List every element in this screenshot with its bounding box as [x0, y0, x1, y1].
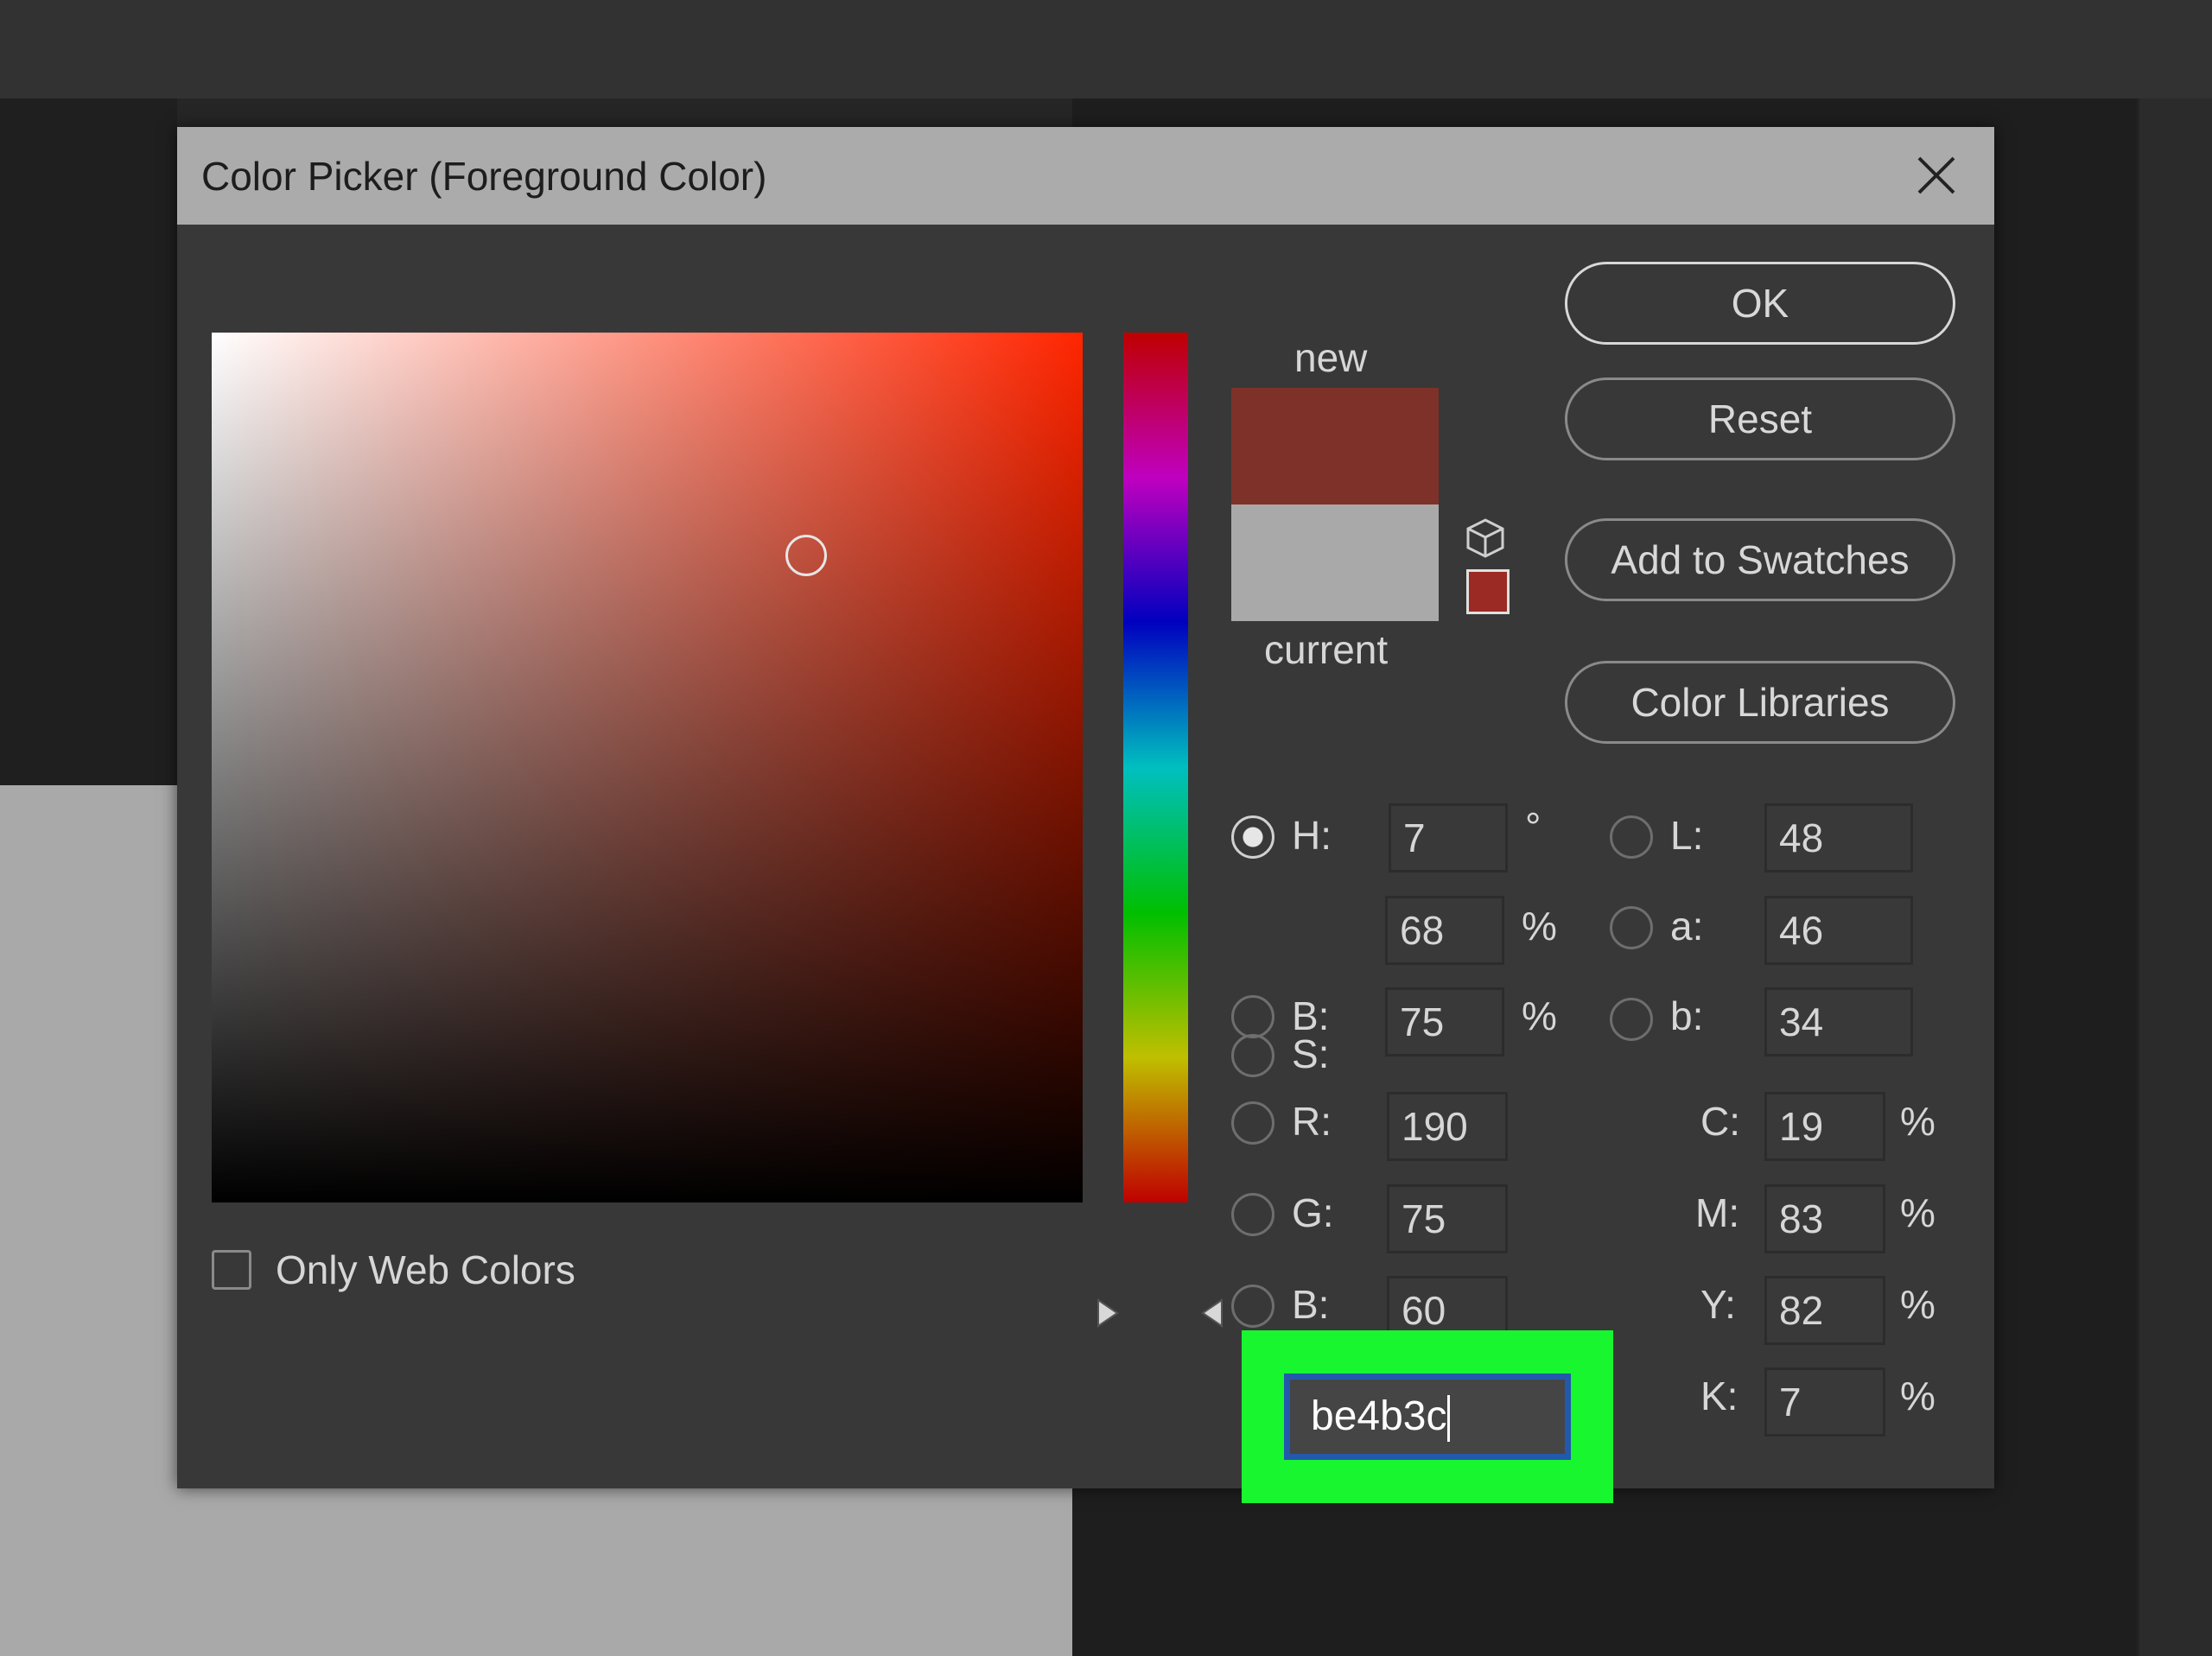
- dialog-title: Color Picker (Foreground Color): [201, 154, 767, 199]
- lab-b-input[interactable]: 34: [1764, 987, 1913, 1056]
- hue-unit: °: [1525, 804, 1541, 849]
- brightness-input[interactable]: 75: [1385, 987, 1504, 1056]
- reset-button[interactable]: Reset: [1565, 378, 1955, 460]
- brightness-label: B:: [1292, 993, 1330, 1038]
- hue-label: H:: [1292, 813, 1332, 858]
- red-radio[interactable]: [1231, 1101, 1274, 1145]
- blue-label: B:: [1292, 1282, 1330, 1327]
- green-radio[interactable]: [1231, 1193, 1274, 1236]
- saturation-brightness-field[interactable]: [212, 333, 1083, 1202]
- only-web-colors-label: Only Web Colors: [276, 1247, 575, 1292]
- green-input[interactable]: 75: [1387, 1184, 1508, 1253]
- cyan-input[interactable]: 19: [1764, 1092, 1885, 1161]
- lab-b-label: b:: [1670, 993, 1704, 1038]
- lab-a-radio[interactable]: [1610, 906, 1653, 949]
- black-unit: %: [1900, 1374, 1936, 1418]
- yellow-label: Y:: [1700, 1282, 1736, 1327]
- close-icon[interactable]: [1912, 151, 1961, 200]
- brightness-radio[interactable]: [1231, 995, 1274, 1038]
- yellow-input[interactable]: 82: [1764, 1276, 1885, 1345]
- green-label: G:: [1292, 1190, 1334, 1235]
- hex-value: be4b3c: [1311, 1393, 1447, 1439]
- color-field-marker[interactable]: [785, 535, 827, 576]
- dialog-title-bar[interactable]: Color Picker (Foreground Color): [177, 127, 1994, 225]
- red-input[interactable]: 190: [1387, 1092, 1508, 1161]
- hue-slider[interactable]: [1123, 333, 1188, 1202]
- magenta-unit: %: [1900, 1190, 1936, 1235]
- red-label: R:: [1292, 1099, 1332, 1144]
- lab-a-label: a:: [1670, 904, 1704, 949]
- lab-l-radio[interactable]: [1610, 815, 1653, 859]
- saturation-unit: %: [1522, 904, 1557, 949]
- app-top-bar: [0, 0, 2212, 98]
- hex-input[interactable]: be4b3c: [1284, 1374, 1571, 1460]
- workspace-left-area: [0, 98, 177, 785]
- magenta-label: M:: [1695, 1190, 1740, 1235]
- black-input[interactable]: 7: [1764, 1367, 1885, 1437]
- lab-b-radio[interactable]: [1610, 998, 1653, 1041]
- yellow-unit: %: [1900, 1282, 1936, 1327]
- cyan-unit: %: [1900, 1099, 1936, 1144]
- cyan-label: C:: [1700, 1099, 1740, 1144]
- saturation-radio[interactable]: [1231, 1034, 1274, 1077]
- saturation-input[interactable]: 68: [1385, 896, 1504, 965]
- color-libraries-button[interactable]: Color Libraries: [1565, 661, 1955, 744]
- hue-input[interactable]: 7: [1389, 803, 1508, 872]
- lab-a-input[interactable]: 46: [1764, 896, 1913, 965]
- color-picker-dialog: Color Picker (Foreground Color) new curr…: [177, 127, 1994, 1488]
- hue-radio[interactable]: [1231, 815, 1274, 859]
- lab-l-input[interactable]: 48: [1764, 803, 1913, 872]
- black-label: K:: [1700, 1374, 1738, 1418]
- hue-slider-left-arrow-icon[interactable]: [1096, 1298, 1120, 1329]
- workspace-scrollbar[interactable]: [2137, 98, 2212, 1656]
- blue-radio[interactable]: [1231, 1285, 1274, 1328]
- new-color-label: new: [1294, 335, 1368, 380]
- lab-l-label: L:: [1670, 813, 1704, 858]
- magenta-input[interactable]: 83: [1764, 1184, 1885, 1253]
- only-web-colors-checkbox[interactable]: [212, 1250, 251, 1290]
- cube-icon[interactable]: [1465, 517, 1506, 560]
- text-caret: [1447, 1395, 1451, 1443]
- ok-button[interactable]: OK: [1565, 262, 1955, 345]
- gamut-warning-swatch[interactable]: [1466, 569, 1510, 614]
- add-to-swatches-button[interactable]: Add to Swatches: [1565, 518, 1955, 601]
- current-color-swatch[interactable]: [1231, 504, 1439, 621]
- new-color-swatch: [1231, 388, 1439, 504]
- hue-slider-right-arrow-icon[interactable]: [1200, 1298, 1224, 1329]
- current-color-label: current: [1264, 627, 1389, 672]
- brightness-unit: %: [1522, 993, 1557, 1038]
